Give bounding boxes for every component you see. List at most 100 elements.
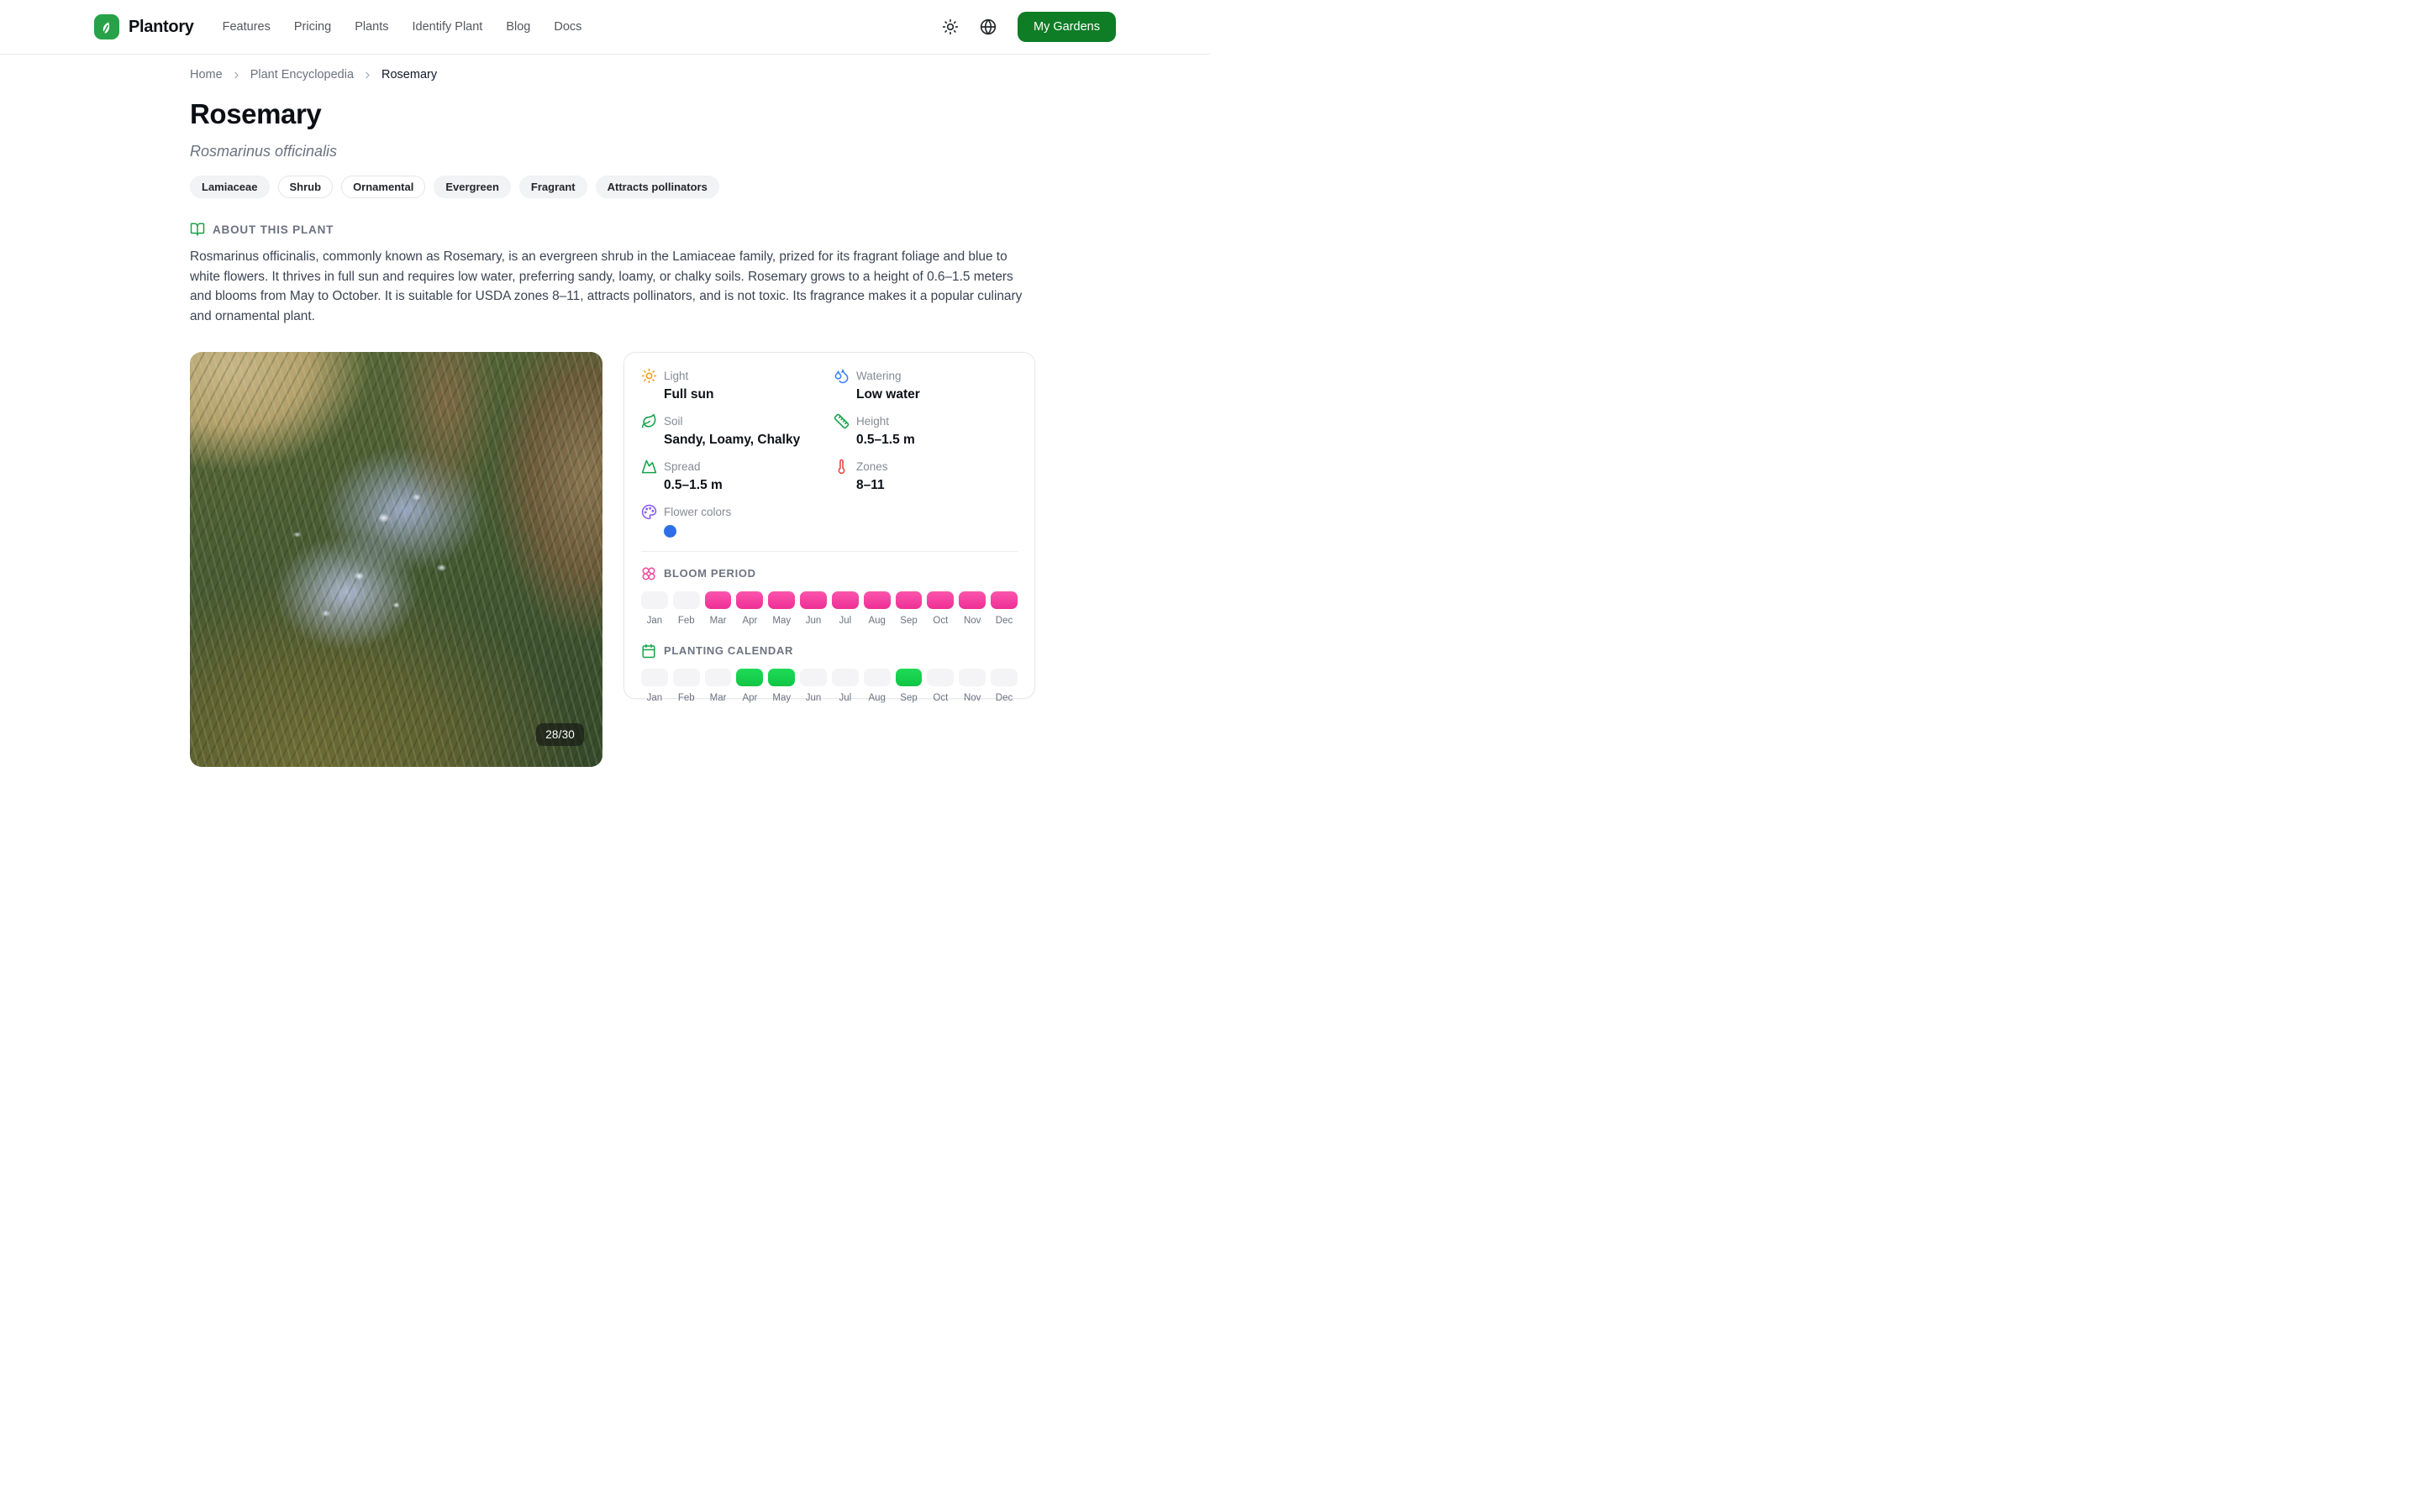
bloom-cell-oct — [927, 591, 954, 609]
bloom-month-aug: Aug — [864, 616, 891, 626]
leaf-icon — [641, 413, 657, 429]
planting-month-labels: JanFebMarAprMayJunJulAugSepOctNovDec — [641, 693, 1018, 703]
planting-cell-aug — [864, 669, 891, 686]
breadcrumb-rosemary: Rosemary — [381, 68, 437, 81]
nav-links: Features Pricing Plants Identify Plant Blog D… — [223, 20, 582, 34]
photo-counter-badge: 28/30 — [536, 723, 584, 746]
nav-link-docs[interactable]: Docs — [554, 20, 581, 34]
planting-cell-jul — [832, 669, 859, 686]
fact-spread: Spread0.5–1.5 m — [641, 459, 825, 493]
facts-grid: Light Full sun Watering Low water Soil Sandy,… — [641, 368, 1018, 538]
bloom-cell-apr — [736, 591, 763, 609]
bloom-cell-sep — [896, 591, 923, 609]
bloom-cell-mar — [705, 591, 732, 609]
flower-color-swatch — [664, 525, 676, 538]
sun-icon — [641, 368, 657, 384]
main-content: HomePlant EncyclopediaRosemary Rosemary … — [190, 55, 1035, 767]
latin-name: Rosmarinus officinalis — [190, 143, 1035, 160]
bloom-month-sep: Sep — [896, 616, 923, 626]
bloom-month-jan: Jan — [641, 616, 668, 626]
about-title: ABOUT THIS PLANT — [213, 223, 334, 236]
planting-cell-nov — [959, 669, 986, 686]
breadcrumb: Home Plant Encyclopedia Rosemary — [190, 68, 1035, 81]
brand-home-link[interactable]: Plantory — [94, 14, 194, 39]
fact-light: Light Full sun — [641, 368, 825, 402]
fact-label-text: Watering — [856, 370, 902, 382]
bloom-month-may: May — [768, 616, 795, 626]
fact-value-light: Full sun — [664, 387, 825, 402]
planting-cell-may — [768, 669, 795, 686]
planting-cell-dec — [991, 669, 1018, 686]
nav-link-pricing[interactable]: Pricing — [294, 20, 331, 34]
planting-month-oct: Oct — [927, 693, 954, 703]
planting-cell-oct — [927, 669, 954, 686]
flower-icon — [641, 566, 656, 581]
my-gardens-button[interactable]: My Gardens — [1018, 12, 1116, 42]
planting-header: PLANTING CALENDAR — [641, 643, 1018, 659]
plant-description: Rosmarinus officinalis, commonly known a… — [190, 247, 1035, 327]
tag-evergreen: Evergreen — [434, 176, 511, 198]
bloom-cell-dec — [991, 591, 1018, 609]
bloom-cell-feb — [673, 591, 700, 609]
planting-month-nov: Nov — [959, 693, 986, 703]
planting-month-jul: Jul — [832, 693, 859, 703]
plantory-logo-leaf-icon — [94, 14, 119, 39]
droplets-icon — [834, 368, 850, 384]
bloom-month-jul: Jul — [832, 616, 859, 626]
planting-month-sep: Sep — [896, 693, 923, 703]
fact-height: Height0.5–1.5 m — [834, 413, 1018, 448]
planting-cell-mar — [705, 669, 732, 686]
flower-color-swatches — [664, 525, 825, 538]
fact-flower-colors: Flower colors — [641, 504, 825, 538]
bloom-month-mar: Mar — [705, 616, 732, 626]
fact-value-zones: 8–11 — [856, 478, 1018, 493]
fact-label-text: Flower colors — [664, 506, 731, 518]
fact-label-text: Soil — [664, 415, 683, 428]
nav-link-plants[interactable]: Plants — [355, 20, 388, 34]
bloom-month-nov: Nov — [959, 616, 986, 626]
bloom-cell-nov — [959, 591, 986, 609]
planting-month-jan: Jan — [641, 693, 668, 703]
planting-bars — [641, 669, 1018, 686]
planting-month-apr: Apr — [736, 693, 763, 703]
bloom-bars — [641, 591, 1018, 609]
chevron-right-icon — [362, 70, 373, 81]
card-divider — [641, 551, 1018, 552]
planting-calendar-section: PLANTING CALENDARJanFebMarAprMayJunJulAu… — [641, 643, 1018, 703]
fact-value-soil: Sandy, Loamy, Chalky — [664, 433, 825, 448]
fact-zones: Zones 8–11 — [834, 459, 1018, 493]
fact-label-text: Light — [664, 370, 688, 382]
photo-blossoms — [190, 352, 602, 767]
bloom-period-section: BLOOM PERIODJanFebMarAprMayJunJulAugSepO… — [641, 566, 1018, 626]
theme-toggle-sun-icon[interactable] — [942, 18, 959, 35]
fact-value-watering: Low water — [856, 387, 1018, 402]
language-globe-icon[interactable] — [980, 18, 997, 35]
planting-month-jun: Jun — [800, 693, 827, 703]
planting-month-aug: Aug — [864, 693, 891, 703]
thermometer-icon — [834, 459, 850, 475]
nav-link-identify-plant[interactable]: Identify Plant — [413, 20, 483, 34]
breadcrumb-home[interactable]: Home — [190, 68, 223, 81]
planting-cell-jan — [641, 669, 668, 686]
planting-month-mar: Mar — [705, 693, 732, 703]
fact-watering: Watering Low water — [834, 368, 1018, 402]
nav-link-features[interactable]: Features — [223, 20, 271, 34]
page-title: Rosemary — [190, 98, 1035, 130]
bloom-cell-jan — [641, 591, 668, 609]
bloom-cell-jun — [800, 591, 827, 609]
fact-label-text: Height — [856, 415, 889, 428]
tag-list: LamiaceaeShrubOrnamentalEvergreenFragran… — [190, 176, 1035, 198]
breadcrumb-plant-encyclopedia[interactable]: Plant Encyclopedia — [250, 68, 354, 81]
bloom-month-oct: Oct — [927, 616, 954, 626]
fact-label-text: Zones — [856, 460, 888, 473]
bloom-cell-aug — [864, 591, 891, 609]
tag-fragrant: Fragrant — [519, 176, 587, 198]
about-section-header: ABOUT THIS PLANT — [190, 222, 1035, 237]
bloom-month-dec: Dec — [991, 616, 1018, 626]
planting-title: PLANTING CALENDAR — [664, 644, 793, 657]
fact-soil: Soil Sandy, Loamy, Chalky — [641, 413, 825, 448]
nav-link-blog[interactable]: Blog — [506, 20, 530, 34]
mountain-icon — [641, 459, 657, 475]
bloom-month-apr: Apr — [736, 616, 763, 626]
bloom-cell-may — [768, 591, 795, 609]
